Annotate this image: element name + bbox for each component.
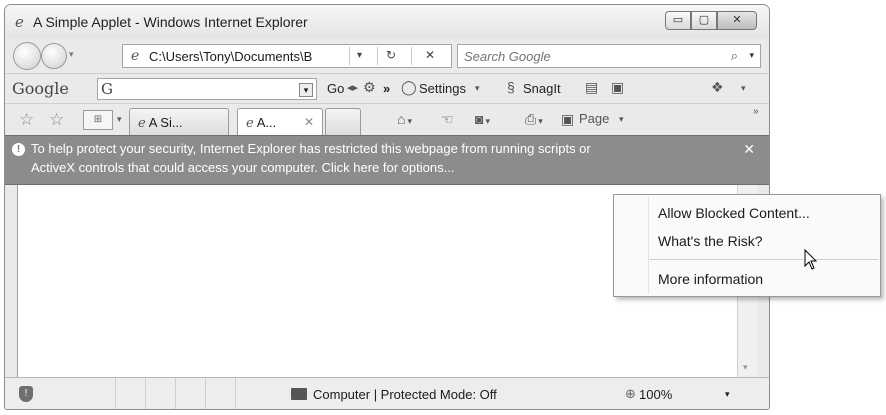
addon-dropdown-icon[interactable]: ▾ [741, 83, 746, 94]
computer-zone-icon [291, 388, 307, 400]
tab-1[interactable]: eA Si... [129, 108, 229, 136]
page-menu-button[interactable]: Page [579, 111, 609, 126]
more-buttons[interactable]: » [383, 81, 390, 96]
page-icon: ▣ [561, 111, 575, 127]
zoom-dropdown-icon[interactable]: ▾ [725, 389, 730, 400]
back-button[interactable] [13, 42, 41, 70]
feeds-icon[interactable]: ◙ ▾ [475, 111, 490, 127]
page-dropdown-icon[interactable]: ▾ [619, 114, 624, 125]
title-bar[interactable]: e A Simple Applet - Windows Internet Exp… [5, 5, 769, 39]
ie-page-icon: e [138, 116, 146, 131]
addon-icon[interactable]: ❖ [711, 79, 724, 96]
address-dropdown-icon[interactable]: ▾ [357, 50, 362, 61]
google-dropdown-icon[interactable]: ▾ [299, 83, 313, 97]
whats-the-risk-item[interactable]: What's the Risk? [658, 233, 763, 249]
search-box[interactable]: ⌕ ▾ [457, 44, 761, 68]
status-panel [205, 378, 235, 409]
scroll-down-icon[interactable]: ▾ [743, 362, 748, 373]
status-panels [115, 378, 265, 409]
more-information-item[interactable]: More information [658, 271, 763, 287]
tab-label: A Si... [148, 115, 183, 130]
status-panel [235, 378, 265, 409]
window-title: A Simple Applet - Windows Internet Explo… [33, 14, 308, 30]
info-bar-close-icon[interactable]: ✕ [743, 141, 755, 158]
capture-icon[interactable]: ▤ [585, 79, 598, 96]
new-tab-button[interactable] [325, 108, 361, 136]
google-search-field[interactable]: G ▾ [97, 78, 317, 100]
status-bar: ! Computer | Protected Mode: Off ⊕ 100% … [5, 377, 769, 409]
allow-blocked-content-item[interactable]: Allow Blocked Content... [658, 205, 810, 221]
ie-logo-icon: e [15, 13, 24, 31]
search-provider-dropdown-icon[interactable]: ▾ [749, 50, 754, 61]
page-icon: e [131, 48, 140, 64]
menu-gutter [648, 197, 649, 294]
settings-button[interactable]: Settings [419, 81, 466, 96]
ie-page-icon: e [246, 116, 254, 131]
snagit-button[interactable]: SnagIt [523, 81, 561, 96]
arrows-icon[interactable]: ◂▸ [347, 81, 358, 94]
research-icon[interactable]: ☜ [441, 111, 454, 128]
snagit-icon: § [507, 79, 515, 95]
security-info-bar[interactable]: ! To help protect your security, Interne… [5, 135, 769, 185]
tab-list-dropdown-icon[interactable]: ▾ [117, 114, 122, 125]
zoom-level[interactable]: 100% [639, 387, 672, 402]
address-bar[interactable]: e C:\Users\Tony\Documents\B ▾ ↻ ✕ [122, 44, 452, 68]
google-g-icon: G [101, 80, 113, 98]
add-favorites-icon[interactable]: ☆ [49, 110, 64, 130]
quick-tabs-button[interactable]: ⊞ [83, 110, 113, 130]
divider [349, 47, 350, 65]
forward-button[interactable] [41, 43, 67, 69]
divider [377, 47, 378, 65]
status-panel [115, 378, 145, 409]
google-toolbar: Google G ▾ Go ◂▸ ⚙ » ◯ Settings ▾ § Snag… [5, 73, 769, 103]
capture-window-icon[interactable]: ▣ [611, 79, 624, 96]
print-icon[interactable]: ⎙ ▾ [525, 111, 543, 128]
google-logo: Google [12, 79, 69, 98]
maximize-button[interactable]: ▢ [691, 11, 717, 30]
tab-row: ☆ ☆ ⊞ ▾ eA Si... e A... ✕ ⌂ ▾ ☜ ◙ ▾ ⎙ ▾ ▣ Pa… [5, 103, 769, 138]
divider [411, 47, 412, 65]
close-button[interactable]: ✕ [717, 11, 757, 30]
caption-buttons: ▭ ▢ ✕ [665, 11, 757, 30]
zoom-icon: ⊕ [625, 386, 636, 401]
info-bar-text-line2: ActiveX controls that could access your … [31, 160, 455, 175]
address-input[interactable]: C:\Users\Tony\Documents\B [149, 49, 345, 64]
settings-dropdown-icon[interactable]: ▾ [475, 83, 480, 94]
tab-label: A... [256, 115, 277, 130]
security-zone-label[interactable]: Computer | Protected Mode: Off [313, 387, 497, 402]
status-panel [175, 378, 205, 409]
address-row: ▾ e C:\Users\Tony\Documents\B ▾ ↻ ✕ ⌕ ▾ [5, 39, 769, 73]
refresh-icon[interactable]: ↻ [386, 48, 396, 62]
search-input[interactable] [464, 48, 684, 64]
info-shield-icon: ! [12, 143, 25, 156]
mouse-cursor-icon [804, 249, 818, 270]
toolbar-overflow-button[interactable]: » [753, 106, 759, 117]
tab-close-icon[interactable]: ✕ [304, 115, 314, 129]
recent-pages-dropdown-icon[interactable]: ▾ [69, 49, 74, 60]
pagerank-icon[interactable]: ⚙ [363, 79, 376, 96]
info-bar-text-line1: To help protect your security, Internet … [31, 141, 591, 156]
security-shield-icon[interactable]: ! [19, 386, 33, 402]
favorites-star-icon[interactable]: ☆ [19, 110, 34, 130]
search-icon[interactable]: ⌕ [731, 48, 738, 64]
minimize-button[interactable]: ▭ [665, 11, 691, 30]
status-panel [145, 378, 175, 409]
home-icon[interactable]: ⌂ ▾ [397, 111, 412, 127]
google-go-button[interactable]: Go [327, 81, 344, 96]
stop-icon[interactable]: ✕ [425, 48, 435, 62]
info-bar-context-menu: Allow Blocked Content... What's the Risk… [613, 194, 881, 297]
settings-icon: ◯ [401, 79, 417, 95]
menu-separator [650, 259, 878, 260]
tab-2[interactable]: e A... ✕ [237, 108, 323, 138]
